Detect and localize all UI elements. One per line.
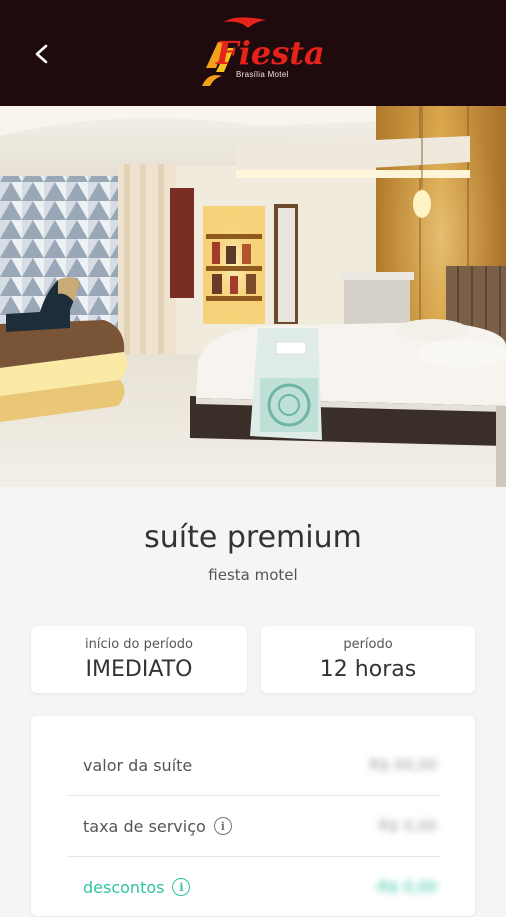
fiesta-logo: Fiesta Brasília Motel (196, 12, 325, 92)
period-start-card[interactable]: início do período IMEDIATO (31, 626, 247, 693)
discounts-info-icon[interactable]: i (172, 878, 191, 896)
back-arrow-icon (35, 44, 48, 64)
top-bar: Fiesta Brasília Motel (0, 0, 506, 106)
suite-photo (0, 106, 506, 487)
service-fee-info-icon[interactable]: i (213, 817, 232, 835)
logo-subtext: Brasília Motel (236, 70, 289, 79)
period-card[interactable]: período 12 horas (261, 626, 475, 693)
pricing-row-amount: R$ 00,00 (369, 756, 437, 774)
pricing-row-label: valor da suíte (83, 755, 193, 775)
suite-name: suíte premium (144, 520, 362, 555)
pricing-card: valor da suíte R$ 00,00 taxa de serviço … (31, 716, 475, 916)
period-label: período (343, 637, 393, 652)
pricing-row-discounts: descontos i -R$ 0,00 (67, 857, 441, 917)
back-button[interactable] (22, 34, 62, 74)
logo-wordmark: Fiesta (216, 34, 325, 72)
pricing-row-amount: R$ 0,00 (378, 817, 437, 835)
pricing-row-amount: -R$ 0,00 (373, 878, 437, 896)
period-value: 12 horas (319, 657, 417, 682)
motel-name: fiesta motel (208, 566, 298, 584)
period-start-label: início do período (84, 637, 193, 652)
pricing-row-label: taxa de serviço (83, 816, 206, 836)
suite-photo-carousel[interactable] (0, 106, 506, 487)
pricing-row-service-fee: taxa de serviço i R$ 0,00 (67, 796, 441, 857)
pricing-row-suite-value: valor da suíte R$ 00,00 (67, 735, 441, 796)
pricing-row-label: descontos (83, 877, 165, 897)
period-start-value: IMEDIATO (85, 657, 193, 682)
